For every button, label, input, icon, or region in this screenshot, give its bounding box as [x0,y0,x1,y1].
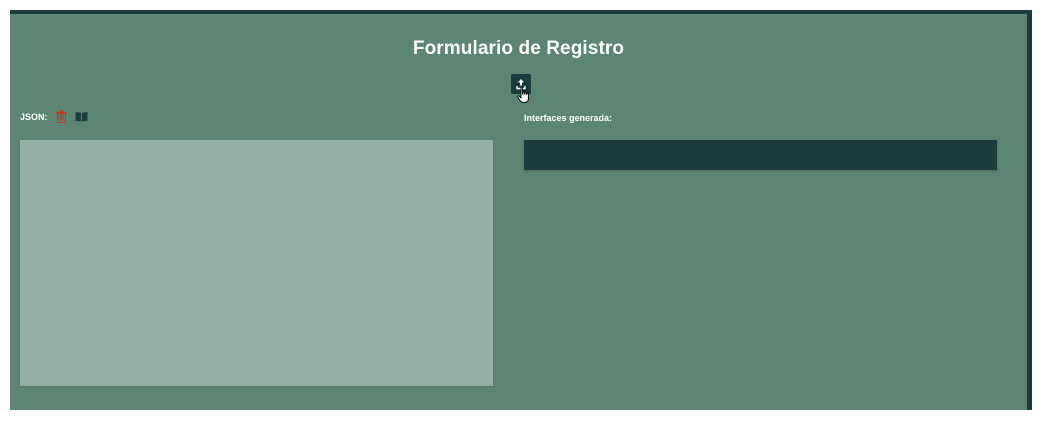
book-open-icon [75,112,88,122]
json-header: JSON: [20,110,88,123]
trash-icon [56,110,67,123]
book-button[interactable] [75,111,88,122]
page-title: Formulario de Registro [412,38,625,59]
hand-pointer-cursor-icon [517,86,529,103]
interfaces-output [524,140,997,170]
json-label: JSON: [20,111,48,122]
json-input[interactable] [20,140,493,386]
delete-json-button[interactable] [56,110,67,123]
form-panel: Formulario de Registro JSON: Interfaces … [10,10,1032,410]
interfaces-label: Interfaces generada: [524,113,613,123]
